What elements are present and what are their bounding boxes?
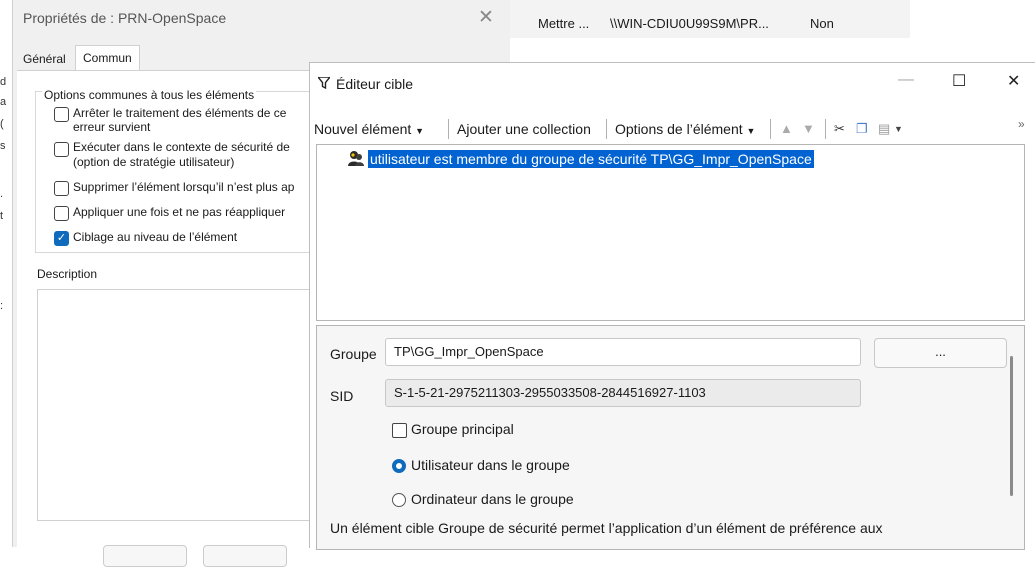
run-security-context-checkbox[interactable]	[54, 142, 69, 157]
close-icon[interactable]: ✕	[478, 6, 494, 29]
chevron-down-icon: ▼	[746, 126, 756, 136]
user-group-icon	[348, 151, 364, 166]
option-label: Exécuter dans le contexte de sécurité de	[73, 140, 290, 154]
close-button[interactable]: ✕	[1007, 71, 1020, 91]
edge-text: :	[0, 300, 4, 312]
option-label: (option de stratégie utilisateur)	[73, 155, 235, 169]
move-up-icon[interactable]: ▲	[780, 121, 793, 136]
edge-text: .	[0, 188, 4, 200]
stop-processing-checkbox[interactable]	[54, 107, 69, 122]
option-label: erreur survient	[73, 120, 151, 134]
group-label: Groupe	[330, 346, 377, 362]
copy-icon[interactable]: ❐	[856, 121, 868, 137]
option-label: Arrêter le traitement des éléments de ce	[73, 106, 287, 120]
computer-in-group-label: Ordinateur dans le groupe	[411, 491, 574, 507]
sid-label: SID	[330, 388, 354, 404]
tree-item-security-group[interactable]: utilisateur est membre du groupe de sécu…	[368, 150, 814, 168]
sid-field: S-1-5-21-2975211303-2955033508-284451692…	[385, 379, 861, 407]
primary-group-checkbox[interactable]	[392, 423, 407, 438]
help-text: Un élément cible Groupe de sécurité perm…	[330, 520, 883, 536]
targeting-tree: utilisateur est membre du groupe de sécu…	[316, 144, 1025, 321]
toolbar-separator	[770, 119, 771, 139]
paste-icon[interactable]: ▤	[878, 121, 890, 137]
chevron-down-icon[interactable]: ▼	[894, 124, 903, 134]
filter-icon	[318, 77, 330, 89]
move-down-icon[interactable]: ▼	[802, 121, 815, 136]
details-panel: Groupe TP\GG_Impr_OpenSpace ... SID S-1-…	[316, 325, 1025, 550]
user-in-group-label: Utilisateur dans le groupe	[411, 457, 570, 473]
edge-text: a	[0, 96, 7, 108]
editor-title: Éditeur cible	[336, 76, 414, 92]
item-options-button[interactable]: Options de l’élément ▼	[615, 121, 755, 137]
tab-general[interactable]: Général	[21, 48, 68, 70]
apply-once-checkbox[interactable]	[54, 206, 69, 221]
add-collection-button[interactable]: Ajouter une collection	[457, 121, 591, 137]
list-cell-path: \\WIN-CDIU0U99S9M\PR...	[610, 16, 769, 31]
ok-button[interactable]	[103, 545, 187, 567]
background-list-row: Mettre ... \\WIN-CDIU0U99S9M\PR... Non	[510, 0, 910, 38]
targeting-editor-window: Éditeur cible — ☐ ✕ Nouvel élément ▼ Ajo…	[309, 62, 1035, 550]
options-group-legend: Options communes à tous les éléments	[42, 88, 257, 102]
description-label: Description	[37, 267, 98, 281]
list-cell-value: Non	[810, 16, 834, 31]
toolbar-overflow-button[interactable]: »	[1018, 117, 1025, 131]
list-cell-action: Mettre ...	[538, 16, 590, 31]
toolbar-separator	[606, 119, 607, 139]
item-options-label: Options de l’élément	[615, 121, 743, 137]
primary-group-label: Groupe principal	[411, 421, 514, 437]
chevron-down-icon: ▼	[415, 126, 425, 136]
option-label: Supprimer l’élément lorsqu’il n’est plus…	[73, 180, 295, 194]
toolbar-separator	[825, 119, 826, 139]
group-input[interactable]: TP\GG_Impr_OpenSpace	[385, 338, 861, 366]
option-label: Appliquer une fois et ne pas réappliquer	[73, 205, 286, 219]
edge-text: t	[0, 210, 4, 222]
edge-text: s	[0, 140, 6, 152]
tab-common[interactable]: Commun	[75, 45, 140, 72]
user-in-group-radio[interactable]	[392, 459, 406, 473]
toolbar-separator	[448, 119, 449, 139]
new-item-button[interactable]: Nouvel élément ▼	[314, 121, 424, 137]
editor-toolbar: Nouvel élément ▼ Ajouter une collection …	[310, 113, 1035, 143]
cut-icon[interactable]: ✂	[834, 121, 845, 137]
maximize-button[interactable]: ☐	[952, 71, 966, 91]
edge-text: (	[0, 118, 4, 130]
edge-text: d	[0, 76, 7, 88]
browse-button[interactable]: ...	[874, 338, 1007, 368]
option-label: Ciblage au niveau de l’élément	[73, 230, 238, 244]
computer-in-group-radio[interactable]	[392, 493, 406, 507]
item-level-targeting-checkbox[interactable]: ✓	[54, 231, 69, 246]
new-item-label: Nouvel élément	[314, 121, 412, 137]
minimize-button[interactable]: —	[898, 71, 914, 89]
scrollbar[interactable]	[1010, 356, 1013, 496]
remove-item-checkbox[interactable]	[54, 181, 69, 196]
cancel-button[interactable]	[203, 545, 287, 567]
dialog-title: Propriétés de : PRN-OpenSpace	[23, 10, 227, 26]
